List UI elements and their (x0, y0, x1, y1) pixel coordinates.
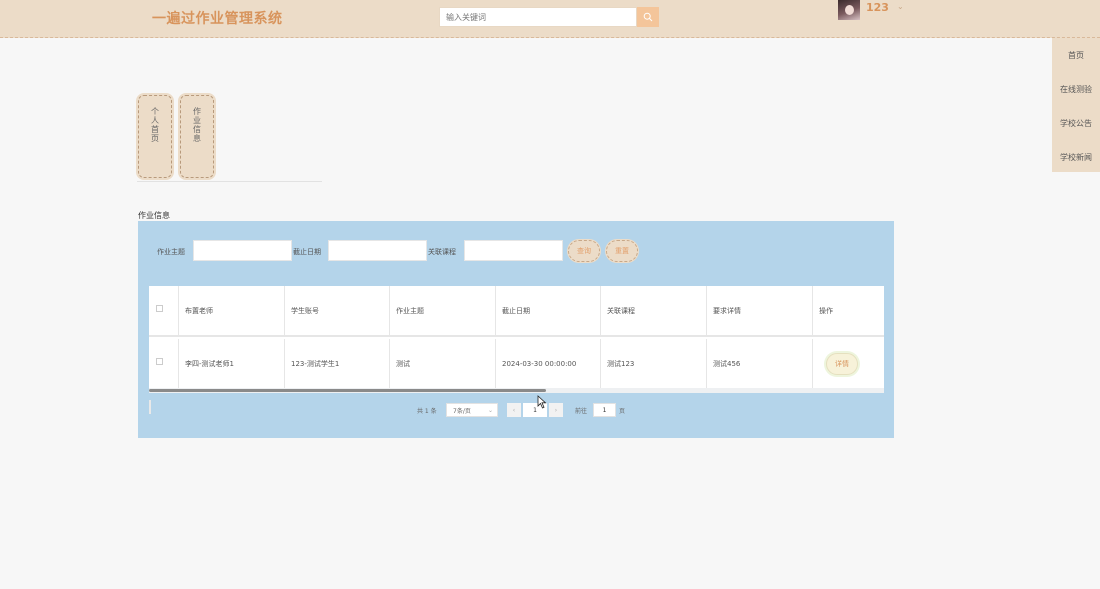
tab-homework-info[interactable]: 作业信息 (180, 95, 214, 178)
goto-page-input[interactable]: 1 (593, 403, 616, 417)
pagination-total: 共 1 条 (417, 407, 437, 415)
nav-item-online-quiz[interactable]: 在线测验 (1052, 84, 1100, 95)
detail-button[interactable]: 详情 (826, 352, 858, 375)
homework-table: 布置老师 学生账号 作业主题 截止日期 关联课程 要求详情 操作 李四-测试老师… (149, 286, 884, 388)
mouse-cursor-icon (537, 395, 547, 409)
select-all-checkbox[interactable] (156, 305, 163, 312)
table-header-row: 布置老师 学生账号 作业主题 截止日期 关联课程 要求详情 操作 (149, 286, 884, 337)
deadline-filter-input[interactable] (328, 240, 427, 261)
col-student[interactable]: 学生账号 (285, 286, 390, 335)
search-input[interactable] (439, 7, 637, 27)
cell-deadline: 2024-03-30 00:00:00 (496, 339, 601, 388)
page-size-value: 7条/页 (453, 407, 471, 415)
course-filter-input[interactable] (464, 240, 563, 261)
avatar-face (845, 5, 854, 15)
user-dropdown-caret-icon[interactable]: ⌄ (897, 2, 904, 11)
prev-page-button[interactable]: ‹ (507, 403, 521, 417)
col-detail[interactable]: 要求详情 (707, 286, 813, 335)
section-title: 作业信息 (138, 211, 170, 220)
course-filter-label: 关联课程 (428, 248, 456, 256)
cell-detail: 测试456 (707, 339, 813, 388)
cell-student: 123-测试学生1 (285, 339, 390, 388)
deadline-filter-label: 截止日期 (293, 248, 321, 256)
username[interactable]: 123 (866, 1, 889, 14)
avatar[interactable] (838, 0, 860, 20)
nav-item-home[interactable]: 首页 (1052, 50, 1100, 61)
right-nav-menu: 首页 在线测验 学校公告 学校新闻 (1052, 38, 1100, 172)
next-page-button[interactable]: › (549, 403, 563, 417)
horizontal-scrollbar[interactable] (149, 388, 884, 393)
header-select-cell (149, 286, 179, 335)
query-button[interactable]: 查询 (568, 240, 600, 262)
top-header: 一遍过作业管理系统 123 ⌄ (0, 0, 1100, 38)
tab-homework-info-label: 作业信息 (192, 107, 202, 143)
scrollbar-thumb[interactable] (149, 389, 546, 392)
search-button[interactable] (637, 7, 659, 27)
col-teacher[interactable]: 布置老师 (179, 286, 285, 335)
goto-label: 前往 (575, 407, 588, 415)
cell-course: 测试123 (601, 339, 707, 388)
table-row: 李四-测试老师1 123-测试学生1 测试 2024-03-30 00:00:0… (149, 339, 884, 388)
topic-filter-label: 作业主题 (157, 248, 185, 256)
col-topic[interactable]: 作业主题 (390, 286, 496, 335)
tab-personal-home-label: 个人首页 (150, 107, 160, 143)
row-select-cell (149, 339, 179, 388)
tabs-divider (137, 181, 322, 182)
reset-button[interactable]: 重置 (606, 240, 638, 262)
cell-action: 详情 (813, 339, 884, 388)
pager-left-bar (149, 400, 151, 414)
topic-filter-input[interactable] (193, 240, 292, 261)
col-deadline[interactable]: 截止日期 (496, 286, 601, 335)
tab-personal-home[interactable]: 个人首页 (138, 95, 172, 178)
page-suffix-label: 页 (619, 407, 626, 415)
search-icon (643, 12, 653, 22)
cell-topic: 测试 (390, 339, 496, 388)
col-course[interactable]: 关联课程 (601, 286, 707, 335)
app-title: 一遍过作业管理系统 (152, 11, 283, 27)
row-checkbox[interactable] (156, 358, 163, 365)
nav-item-school-notice[interactable]: 学校公告 (1052, 118, 1100, 129)
chevron-down-icon: ⌄ (487, 407, 493, 414)
page-size-select[interactable]: 7条/页 ⌄ (446, 403, 498, 417)
cell-teacher: 李四-测试老师1 (179, 339, 285, 388)
nav-item-school-news[interactable]: 学校新闻 (1052, 152, 1100, 163)
col-action: 操作 (819, 306, 833, 315)
homework-panel: 作业主题 截止日期 关联课程 查询 重置 布置老师 学生账号 作业主题 截止日期… (138, 221, 894, 438)
